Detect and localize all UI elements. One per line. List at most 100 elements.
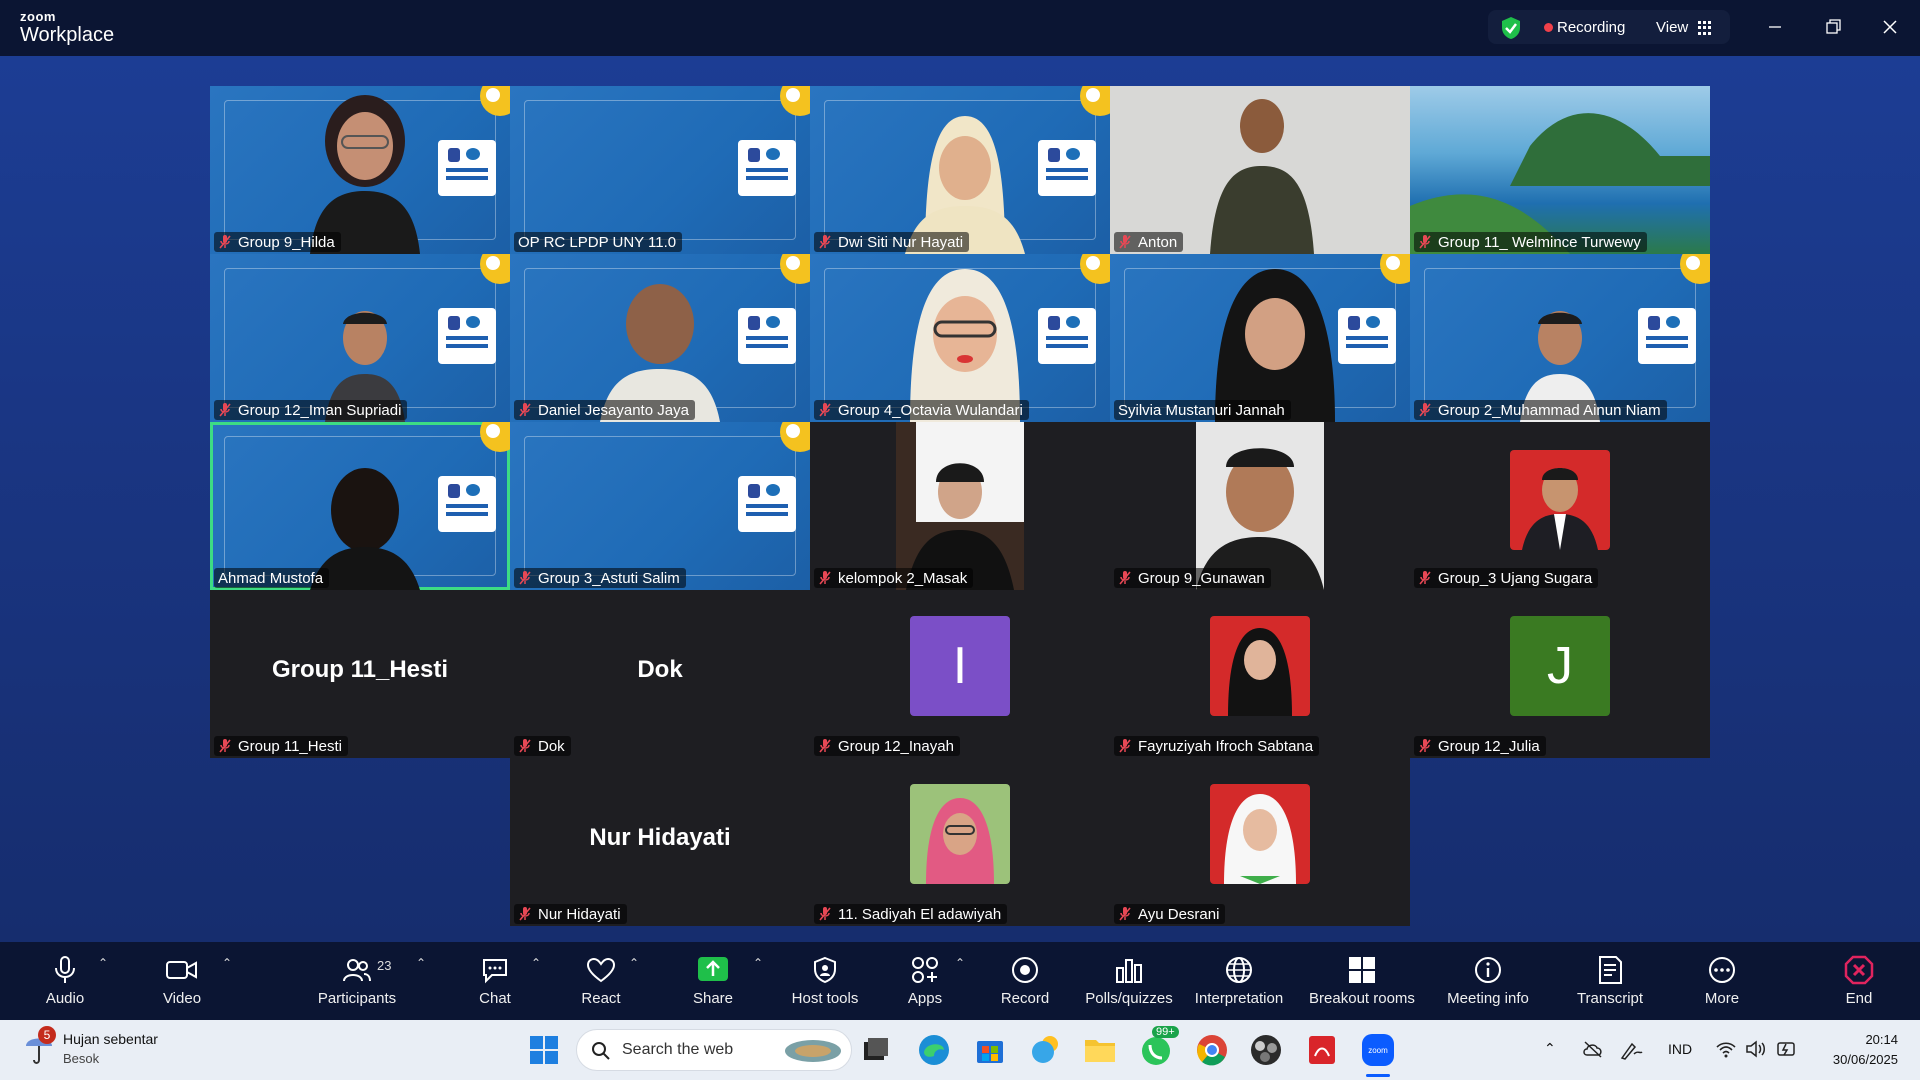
view-button[interactable]: View [1656,19,1688,36]
participant-tile[interactable]: Group 9_Gunawan [1110,422,1410,590]
participant-tile[interactable]: Group 11_Hesti Group 11_Hesti [210,590,510,758]
participant-tile[interactable]: 11. Sadiyah El adawiyah [810,758,1110,926]
end-meeting-button[interactable]: End [1804,952,1914,1014]
title-bar: zoom Workplace Recording View [0,0,1920,56]
svg-text:zoom: zoom [1368,1046,1388,1055]
participants-button[interactable]: Participants [302,952,412,1014]
taskbar-search[interactable]: Search the web [576,1029,852,1071]
participants-icon [343,959,371,982]
participant-name: Dok [538,737,565,755]
participant-tile[interactable]: Group 4_Octavia Wulandari [810,254,1110,422]
task-view-icon[interactable] [858,1032,894,1068]
breakout-rooms-button[interactable]: Breakout rooms [1306,952,1418,1014]
participant-tile[interactable]: Group 2_Muhammad Ainun Niam [1410,254,1710,422]
research-collaboration-logo [738,476,796,532]
participant-name-tag: OP RC LPDP UNY 11.0 [514,232,683,252]
file-explorer-icon[interactable] [1082,1032,1118,1068]
participant-tile[interactable]: Dok Dok [510,590,810,758]
apps-options-chevron-icon[interactable]: ⌃ [955,956,965,970]
wifi-icon[interactable] [1716,1040,1736,1058]
host-tools-button[interactable]: Host tools [770,952,880,1014]
transcript-button[interactable]: Transcript [1555,952,1665,1014]
participant-name: Group 12_Iman Supriadi [238,401,402,419]
participant-name: Dwi Siti Nur Hayati [838,233,964,251]
transcript-icon [1599,956,1622,984]
share-button[interactable]: Share [658,952,768,1014]
battery-charging-icon[interactable] [1774,1040,1796,1058]
close-icon[interactable] [1877,14,1903,40]
system-clock[interactable]: 20:14 30/06/2025 [1833,1030,1898,1070]
participant-tile[interactable]: Group 11_ Welmince Turwewy [1410,86,1710,254]
record-button[interactable]: Record [970,952,1080,1014]
participant-tile[interactable]: Dwi Siti Nur Hayati [810,86,1110,254]
participant-name-tag: Group 11_Hesti [214,736,348,756]
minimize-icon[interactable] [1762,14,1788,40]
whatsapp-badge: 99+ [1152,1026,1179,1038]
speaker-icon[interactable] [1745,1040,1767,1058]
meeting-info-label: Meeting info [1447,990,1529,1007]
video-options-chevron-icon[interactable]: ⌃ [222,956,232,970]
participant-name: Fayruziyah Ifroch Sabtana [1138,737,1314,755]
audio-options-chevron-icon[interactable]: ⌃ [98,956,108,970]
participant-name: Group 2_Muhammad Ainun Niam [1438,401,1661,419]
participant-tile[interactable]: OP RC LPDP UNY 11.0 [510,86,810,254]
os-taskbar: 5 Hujan sebentar Besok Search the web 99… [0,1020,1920,1080]
participant-tile[interactable]: Nur Hidayati Nur Hidayati [510,758,810,926]
recording-label[interactable]: Recording [1557,19,1625,36]
pen-input-icon[interactable] [1620,1040,1644,1060]
participant-tile[interactable]: Group 9_Hilda [210,86,510,254]
zoom-app-icon[interactable]: zoom [1360,1032,1396,1068]
weather-app-icon[interactable] [1028,1032,1064,1068]
participant-tile[interactable]: Anton [1110,86,1410,254]
heart-icon [586,957,616,983]
show-hidden-icons-chevron-icon[interactable]: ⌃ [1544,1040,1556,1057]
view-grid-icon[interactable] [1698,21,1712,35]
weather-title[interactable]: Hujan sebentar [63,1031,158,1047]
polls-button[interactable]: Polls/quizzes [1074,952,1184,1014]
react-button[interactable]: React [546,952,656,1014]
language-indicator[interactable]: IND [1668,1041,1692,1057]
participant-tile[interactable]: Group 12_Iman Supriadi [210,254,510,422]
windows-start-icon[interactable] [526,1032,562,1068]
video-button[interactable]: Video [127,952,237,1014]
pdf-reader-icon[interactable] [1304,1032,1340,1068]
initial-avatar: J [1510,616,1610,716]
participant-tile[interactable]: Group 3_Astuti Salim [510,422,810,590]
participant-tile[interactable]: Syilvia Mustanuri Jannah [1110,254,1410,422]
more-button[interactable]: More [1667,952,1777,1014]
participant-tile[interactable]: Ayu Desrani [1110,758,1410,926]
interpretation-button[interactable]: Interpretation [1184,952,1294,1014]
obs-app-icon[interactable] [1248,1032,1284,1068]
record-label: Record [1000,990,1050,1007]
participant-tile[interactable]: Daniel Jesayanto Jaya [510,254,810,422]
participant-tile[interactable]: Group_3 Ujang Sugara [1410,422,1710,590]
share-options-chevron-icon[interactable]: ⌃ [753,956,763,970]
chrome-icon[interactable] [1194,1032,1230,1068]
participant-name-tag: Daniel Jesayanto Jaya [514,400,695,420]
participant-photo [1210,616,1310,716]
brand-small: zoom [20,9,56,24]
react-options-chevron-icon[interactable]: ⌃ [629,956,639,970]
cloud-offline-icon[interactable] [1582,1040,1604,1058]
participant-tile[interactable]: kelompok 2_Masak [810,422,1110,590]
participant-name: Group 11_ Welmince Turwewy [1438,233,1641,251]
bar-chart-icon [1116,959,1142,983]
restore-icon[interactable] [1820,14,1846,40]
participant-name: Group 9_Gunawan [1138,569,1265,587]
participant-name-tag: Group 11_ Welmince Turwewy [1414,232,1647,252]
meeting-info-button[interactable]: Meeting info [1433,952,1543,1014]
participant-tile[interactable]: J Group 12_Julia [1410,590,1710,758]
research-collaboration-logo [438,140,496,196]
chat-options-chevron-icon[interactable]: ⌃ [531,956,541,970]
react-label: React [581,990,621,1007]
participant-tile[interactable]: I Group 12_Inayah [810,590,1110,758]
end-label: End [1845,990,1873,1007]
microsoft-store-icon[interactable] [972,1032,1008,1068]
participants-options-chevron-icon[interactable]: ⌃ [416,956,426,970]
encryption-shield-icon[interactable] [1500,16,1522,40]
apps-icon [912,957,938,983]
participant-tile[interactable]: Fayruziyah Ifroch Sabtana [1110,590,1410,758]
participant-tile-active-speaker[interactable]: Ahmad Mustofa [210,422,510,590]
end-call-icon [1844,955,1874,985]
edge-browser-icon[interactable] [916,1032,952,1068]
